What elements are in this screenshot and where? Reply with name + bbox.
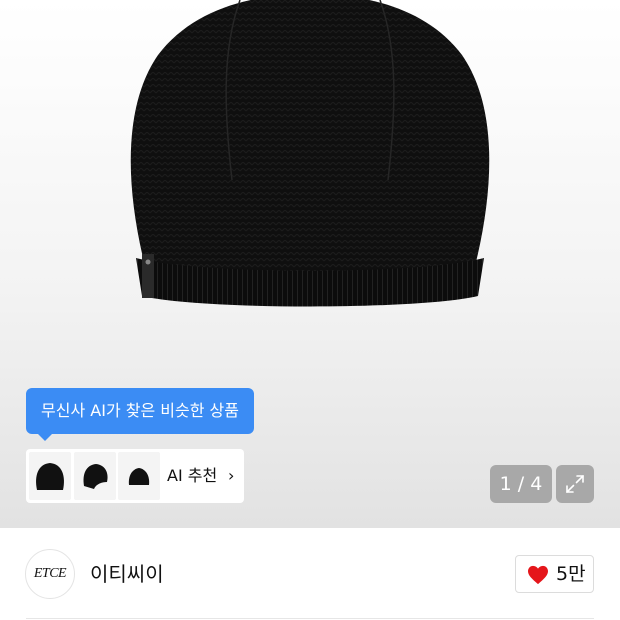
product-image-area[interactable]: 무신사 AI가 찾은 비슷한 상품 AI 추천 › 1 / 4 xyxy=(0,0,620,528)
beanie-thumb-2[interactable] xyxy=(74,452,116,500)
brand-name[interactable]: 이티씨이 xyxy=(90,550,164,598)
chevron-right-icon[interactable]: › xyxy=(228,449,234,503)
expand-button[interactable] xyxy=(556,465,594,503)
ai-recommend-tooltip: 무신사 AI가 찾은 비슷한 상품 xyxy=(26,388,254,434)
ai-recommend-label[interactable]: AI 추천 xyxy=(167,449,217,503)
like-button[interactable]: 5만 xyxy=(515,555,594,593)
brand-logo[interactable]: ETCE xyxy=(25,549,75,599)
brand-row: ETCE 이티씨이 5만 xyxy=(0,528,620,620)
beanie-thumb-1[interactable] xyxy=(29,452,71,500)
expand-icon xyxy=(566,475,584,493)
image-page-counter: 1 / 4 xyxy=(490,465,552,503)
divider xyxy=(26,618,594,619)
tooltip-arrow xyxy=(38,434,52,441)
beanie-thumb-3[interactable] xyxy=(118,452,160,500)
like-count: 5만 xyxy=(556,563,586,585)
heart-icon xyxy=(528,565,548,585)
ai-recommend-strip[interactable]: AI 추천 › xyxy=(26,449,244,503)
